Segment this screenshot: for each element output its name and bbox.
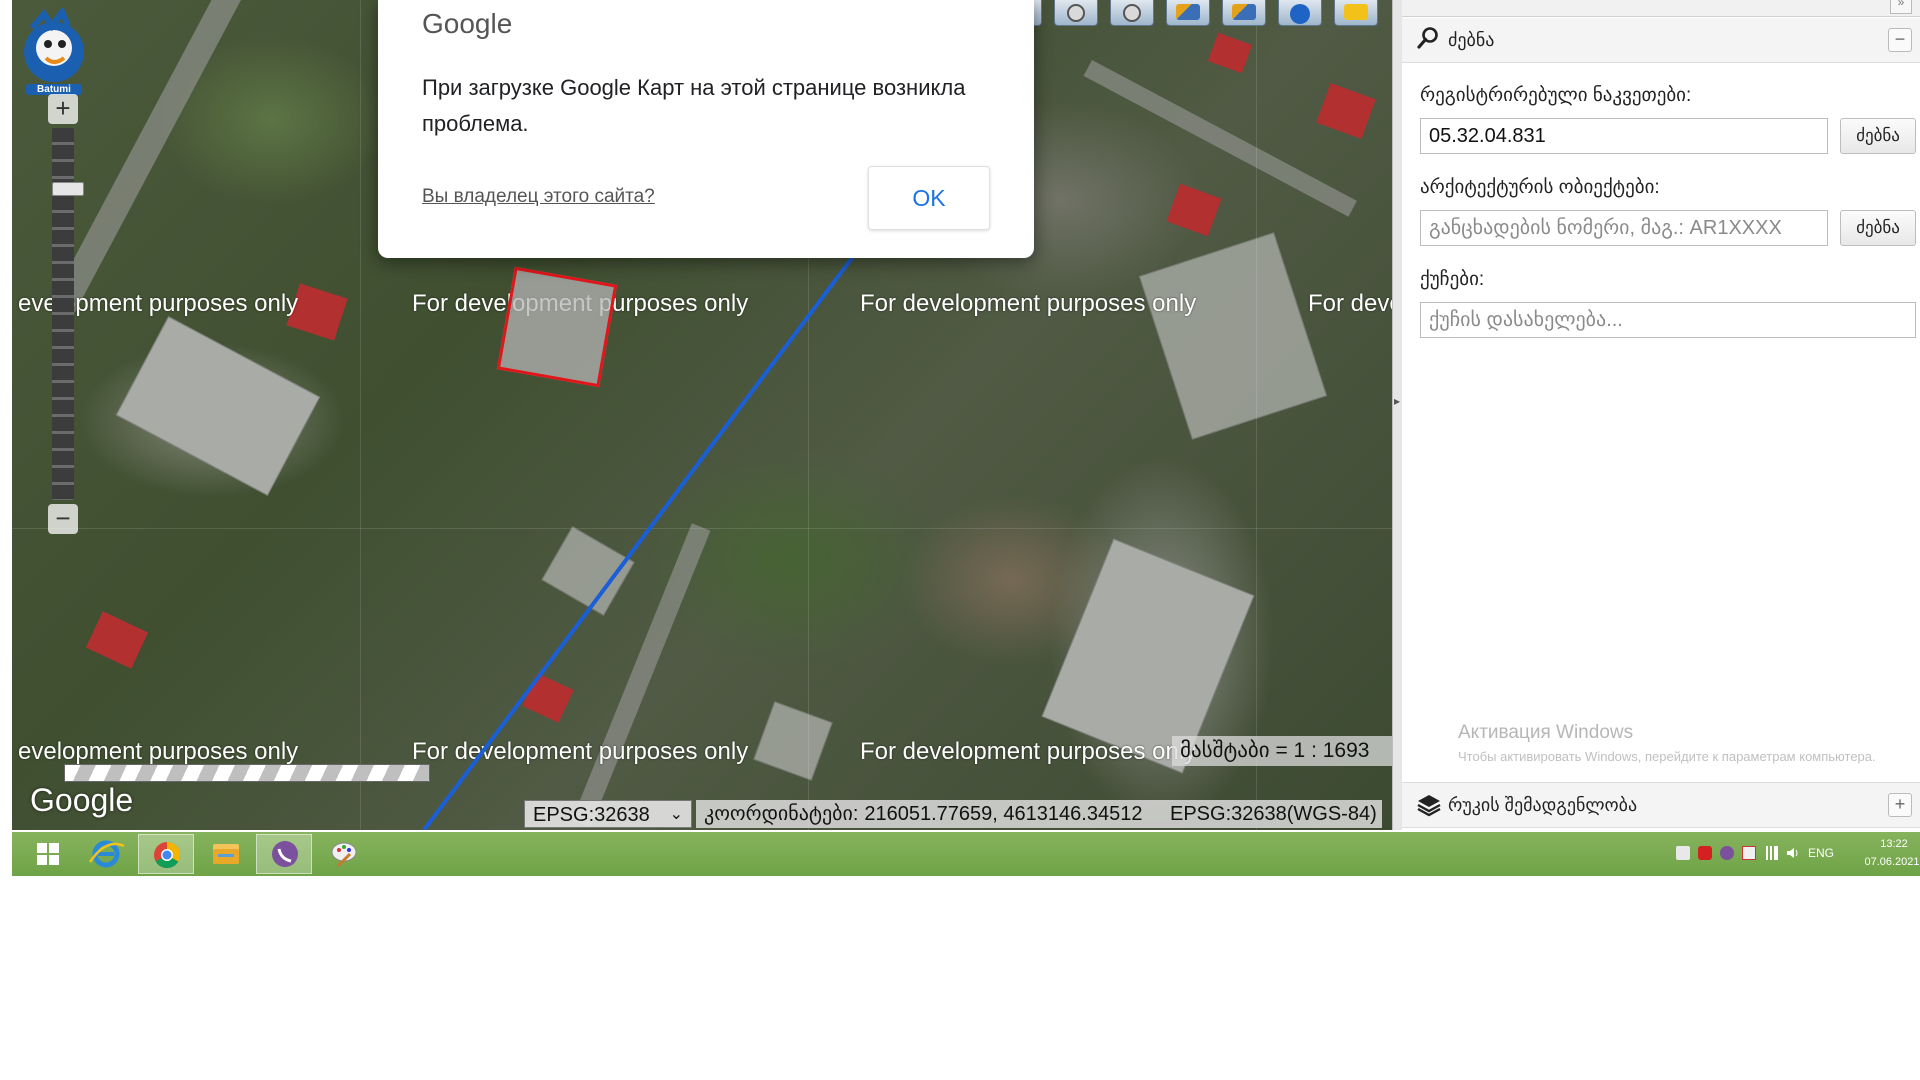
registered-search-button[interactable]: ძებნა [1840, 118, 1916, 154]
search-collapse-button[interactable]: − [1888, 28, 1912, 52]
dialog-google-brand: Google [422, 8, 513, 39]
chevron-down-icon: ⌄ [669, 806, 683, 823]
zoom-out-tool-button[interactable] [1110, 0, 1154, 26]
street-name-input[interactable]: ქუჩის დასახელება... [1420, 302, 1916, 338]
paint-icon [331, 842, 357, 868]
architecture-search-button[interactable]: ძებნა [1840, 210, 1916, 246]
batumi-mascot-icon [24, 5, 84, 82]
map-layers-section-header[interactable]: რუკის შემადგენლობა + [1402, 782, 1920, 828]
windows-activation-text: Чтобы активировать Windows, перейдите к … [1458, 749, 1876, 764]
panel-top-strip: » [1402, 0, 1920, 17]
zoom-in-tool-button[interactable] [1054, 0, 1098, 26]
layers-expand-button[interactable]: + [1888, 793, 1912, 817]
map-canvas[interactable]: evelopment purposes only For development… [12, 0, 1392, 830]
site-owner-link[interactable]: Вы владелец этого сайта? [422, 186, 655, 208]
zoom-out-button[interactable]: − [48, 504, 78, 534]
zoom-control: + − [48, 94, 84, 534]
side-panel: » ძებნა − რეგისტრირებული ნაკვეთები: 05.3… [1402, 0, 1920, 830]
scale-readout: მასშტაბი = 1 : 1693 [1172, 736, 1392, 766]
taskbar-viber[interactable] [256, 834, 312, 874]
taskbar-file-explorer[interactable] [198, 834, 254, 874]
viber-tray-icon[interactable] [1720, 846, 1734, 860]
dialog-ok-button[interactable]: OK [868, 166, 990, 230]
zoom-in-icon [1067, 4, 1085, 22]
zoom-in-button[interactable]: + [48, 94, 78, 124]
taskbar-internet-explorer[interactable] [78, 834, 134, 874]
batumi-logo: Batumi [12, 5, 98, 98]
taskbar-paint[interactable] [316, 834, 372, 874]
antivirus-icon[interactable] [1698, 846, 1712, 860]
eraser-icon [1344, 4, 1368, 20]
draw-next-icon [1232, 4, 1256, 20]
chrome-icon [154, 841, 181, 869]
internet-explorer-icon [88, 840, 125, 868]
globe-icon [1290, 4, 1310, 24]
coordinate-value: 216051.77659, 4613146.34512 [864, 803, 1143, 825]
file-explorer-icon [213, 844, 239, 864]
streets-label: ქუჩები: [1420, 269, 1485, 290]
registered-parcel-input[interactable]: 05.32.04.831 [1420, 118, 1828, 154]
architecture-objects-label: არქიტექტურის ობიექტები: [1420, 177, 1660, 198]
zoom-slider-thumb[interactable] [52, 182, 84, 196]
system-tray: ENG 13:22 07.06.2021 [1640, 832, 1920, 876]
draw-next-tool-button[interactable] [1222, 0, 1266, 26]
flag-icon[interactable] [1742, 846, 1756, 860]
clock-time[interactable]: 13:22 [1868, 838, 1920, 850]
map-layers-title: რუკის შემადგენლობა [1448, 795, 1638, 815]
search-icon [1417, 27, 1438, 49]
zoom-slider-track[interactable] [52, 128, 84, 500]
search-section-title: ძებნა [1448, 30, 1495, 50]
windows-activation-title: Активация Windows [1458, 722, 1634, 743]
google-maps-error-dialog: Google При загрузке Google Карт на этой … [378, 0, 1034, 258]
coordinate-srs: EPSG:32638(WGS-84) [1170, 803, 1377, 825]
coordinate-readout: კოორდინატები: 216051.77659, 4613146.34512… [696, 800, 1382, 828]
draw-prev-tool-button[interactable] [1166, 0, 1210, 26]
draw-prev-icon [1176, 4, 1200, 20]
windows-taskbar: ENG 13:22 07.06.2021 [12, 832, 1920, 876]
globe-tool-button[interactable] [1278, 0, 1322, 26]
projection-select-value: EPSG:32638 [533, 804, 650, 826]
map-statusbar: EPSG:32638 ⌄ კოორდინატები: 216051.77659, … [12, 800, 1392, 830]
clock-date[interactable]: 07.06.2021 [1862, 856, 1920, 868]
taskbar-chrome[interactable] [138, 834, 194, 874]
viber-icon [272, 841, 298, 867]
search-section-header[interactable]: ძებნა − [1402, 18, 1920, 63]
architecture-application-input[interactable]: განცხადების ნომერი, მაგ.: AR1XXXX [1420, 210, 1828, 246]
input-language-indicator[interactable]: ENG [1808, 846, 1834, 860]
start-button[interactable] [20, 834, 76, 874]
layers-icon [1417, 795, 1441, 817]
panel-top-toggle-button[interactable]: » [1890, 0, 1912, 14]
screen: evelopment purposes only For development… [12, 0, 1920, 876]
zoom-out-icon [1123, 4, 1141, 22]
windows-start-icon [37, 843, 59, 865]
collapse-arrow-icon[interactable]: ▸ [1394, 394, 1400, 408]
projection-select[interactable]: EPSG:32638 ⌄ [524, 800, 692, 828]
coordinate-label: კოორდინატები: [704, 803, 859, 825]
registered-parcels-label: რეგისტრირებული ნაკვეთები: [1420, 85, 1692, 106]
eraser-tool-button[interactable] [1334, 0, 1378, 26]
printer-icon[interactable] [1676, 846, 1690, 860]
map-scale-bar [64, 764, 430, 782]
volume-icon[interactable] [1786, 846, 1800, 860]
network-icon[interactable] [1764, 846, 1778, 860]
dialog-message: При загрузке Google Карт на этой страниц… [422, 75, 966, 136]
